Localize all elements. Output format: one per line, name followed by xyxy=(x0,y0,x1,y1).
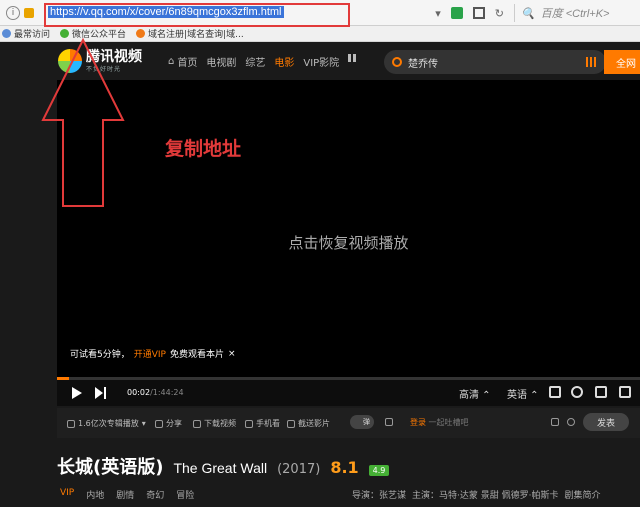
playlist-button[interactable]: 1.6亿次专辑播放 ▾ xyxy=(67,418,146,429)
danmu-login[interactable]: 登录 一起吐槽吧 xyxy=(410,417,469,428)
nav-variety[interactable]: 综艺 xyxy=(245,54,265,69)
annotation-label: 复制地址 xyxy=(165,138,242,160)
tag-item[interactable]: 奇幻 xyxy=(146,488,164,501)
search-icon xyxy=(392,57,402,67)
send-danmu-button[interactable]: 发表 xyxy=(583,413,629,431)
video-player[interactable] xyxy=(57,80,640,380)
player-controls: 00:02/1:44:24 高清 ⌃ 英语 ⌃ xyxy=(57,380,640,406)
site-icon xyxy=(136,29,146,38)
emoji-icon[interactable] xyxy=(567,418,575,426)
movie-title-en: The Great Wall xyxy=(173,460,268,476)
fullscreen-icon[interactable] xyxy=(619,386,631,398)
rating-badge: 4.9 xyxy=(368,465,390,476)
close-icon[interactable]: × xyxy=(228,349,236,359)
more-grid-icon[interactable] xyxy=(348,54,357,62)
movie-tags: VIP 内地 剧情 奇幻 冒险 xyxy=(60,488,194,501)
open-vip-link[interactable]: 开通VIP xyxy=(134,347,166,360)
url-field[interactable]: https://v.qq.com/x/cover/6n89qmcgox3zflm… xyxy=(48,6,284,18)
fullnet-search-button[interactable]: 全网 xyxy=(604,50,640,74)
movie-year: (2017) xyxy=(277,462,321,477)
tag-item[interactable]: 冒险 xyxy=(176,488,194,501)
browser-search-input[interactable]: 🔍 百度 <Ctrl+K> xyxy=(514,4,634,22)
download-button[interactable]: 下载视频 xyxy=(193,418,236,429)
tag-item[interactable]: VIP xyxy=(60,488,74,501)
nav-tv[interactable]: 电视剧 xyxy=(206,54,236,69)
phone-button[interactable]: 手机看 xyxy=(245,418,280,429)
play-icon[interactable] xyxy=(72,387,82,399)
home-icon: ⌂ xyxy=(168,56,175,67)
hot-list-icon[interactable] xyxy=(586,57,596,67)
movie-title-row: 长城(英语版) The Great Wall (2017) 8.1 4.9 xyxy=(57,453,390,479)
resume-playback-text[interactable]: 点击恢复视频播放 xyxy=(57,232,640,253)
qr-code-icon[interactable] xyxy=(472,7,485,19)
main-nav: ⌂ 首页 电视剧 综艺 电影 VIP影院 xyxy=(168,54,357,69)
play-count-icon xyxy=(67,419,75,428)
browser-tools: ▾ ↻ 🔍 百度 <Ctrl+K> xyxy=(435,0,640,26)
volume-icon[interactable] xyxy=(549,386,561,398)
folder-icon xyxy=(2,29,11,38)
quality-select[interactable]: 高清 ⌃ xyxy=(459,386,491,401)
video-action-bar: 1.6亿次专辑播放 ▾ 分享 下载视频 手机看 截送影片 弹 登录 一起吐槽吧 … xyxy=(57,408,640,438)
bookmark-item[interactable]: 域名注册|域名查询|域... xyxy=(136,27,244,40)
share-icon xyxy=(155,419,163,428)
browser-url-bar: i https://v.qq.com/x/cover/6n89qmcgox3zf… xyxy=(0,0,640,26)
dropdown-icon[interactable]: ▾ xyxy=(435,7,441,20)
pip-icon[interactable] xyxy=(595,386,607,398)
annotation-arrow-icon xyxy=(41,37,125,207)
share-button[interactable]: 分享 xyxy=(155,418,182,429)
danmu-toggle[interactable]: 弹 xyxy=(350,415,374,429)
download-icon xyxy=(193,419,201,428)
site-search-input[interactable]: 楚乔传 xyxy=(384,50,606,74)
search-engine-icon: 🔍 xyxy=(521,7,535,20)
movie-credits: 导演：张艺谋 主演：马特·达蒙 景甜 佩德罗·帕斯卡 剧集简介 xyxy=(352,488,600,501)
phone-icon xyxy=(245,419,253,428)
browser-search-placeholder: 百度 <Ctrl+K> xyxy=(540,8,610,20)
nav-home[interactable]: ⌂ 首页 xyxy=(168,54,197,69)
lock-icon xyxy=(24,7,34,18)
edit-icon[interactable] xyxy=(551,418,559,426)
movie-title-cn: 长城(英语版) xyxy=(57,457,164,478)
clip-icon xyxy=(287,419,295,428)
next-icon[interactable] xyxy=(95,387,107,399)
cast-link[interactable]: 主演：马特·达蒙 景甜 佩德罗·帕斯卡 xyxy=(412,488,558,501)
search-value: 楚乔传 xyxy=(408,58,438,70)
danmu-settings-icon[interactable] xyxy=(385,418,393,426)
director-link[interactable]: 导演：张艺谋 xyxy=(352,488,406,501)
clip-button[interactable]: 截送影片 xyxy=(287,418,330,429)
time-display: 00:02/1:44:24 xyxy=(127,388,184,397)
trial-notice: 可试看5分钟， 开通VIP 免费观看本片 × xyxy=(70,347,236,361)
tag-item[interactable]: 内地 xyxy=(86,488,104,501)
shield-icon[interactable] xyxy=(450,7,463,19)
movie-score: 8.1 xyxy=(330,458,359,477)
settings-icon[interactable] xyxy=(571,386,583,398)
tag-item[interactable]: 剧情 xyxy=(116,488,134,501)
intro-link[interactable]: 剧集简介 xyxy=(564,488,600,501)
nav-movie[interactable]: 电影 xyxy=(274,54,294,69)
info-icon[interactable]: i xyxy=(6,5,20,20)
nav-vip[interactable]: VIP影院 xyxy=(303,54,339,69)
refresh-icon[interactable]: ↻ xyxy=(495,7,504,20)
language-select[interactable]: 英语 ⌃ xyxy=(507,386,539,401)
